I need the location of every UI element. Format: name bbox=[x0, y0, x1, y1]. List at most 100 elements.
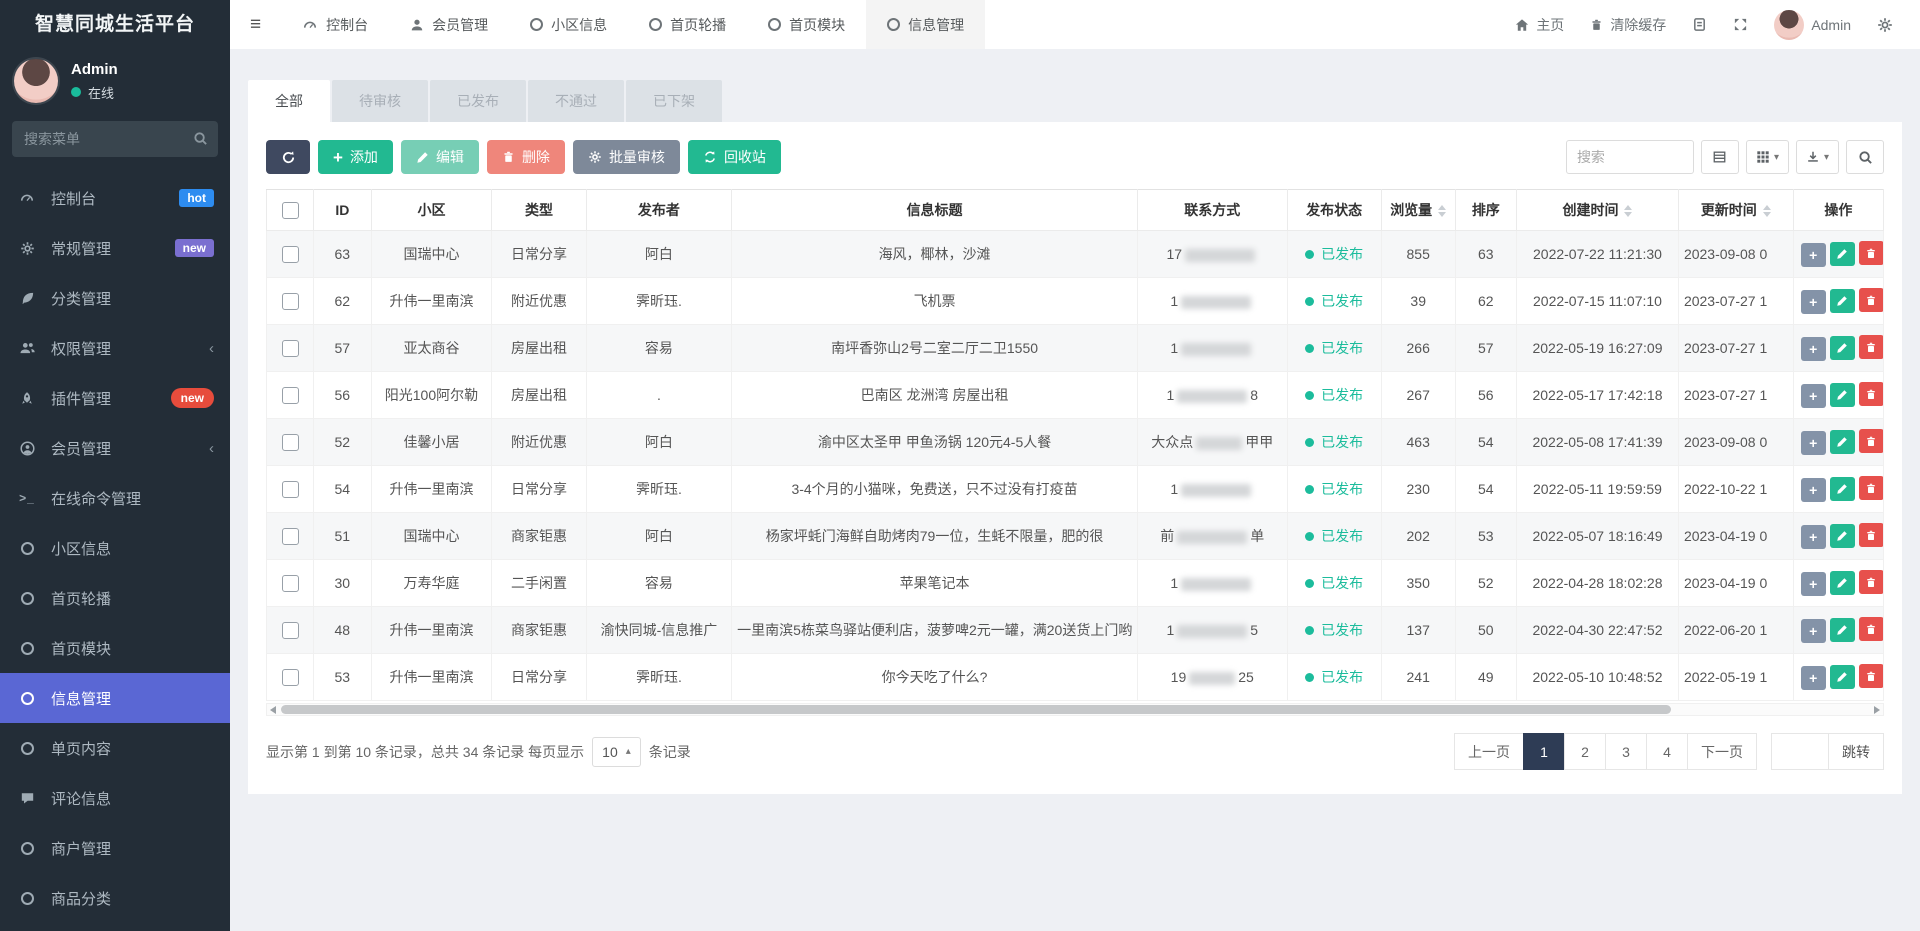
export-button[interactable]: ▾ bbox=[1796, 140, 1839, 174]
row-add-button[interactable]: + bbox=[1801, 337, 1826, 361]
page-button-3[interactable]: 3 bbox=[1605, 733, 1647, 770]
sidebar-item-2[interactable]: 分类管理 bbox=[0, 273, 230, 323]
page-button-1[interactable]: 1 bbox=[1523, 733, 1565, 770]
sidebar-item-0[interactable]: 控制台hot bbox=[0, 173, 230, 223]
select-all-header[interactable] bbox=[267, 190, 314, 231]
row-checkbox[interactable] bbox=[282, 340, 299, 357]
row-delete-button[interactable] bbox=[1859, 570, 1884, 594]
sidebar-item-9[interactable]: 首页模块 bbox=[0, 623, 230, 673]
next-page-button[interactable]: 下一页 bbox=[1687, 733, 1757, 770]
scroll-left-icon[interactable] bbox=[270, 706, 276, 714]
tab-2[interactable]: 已发布 bbox=[430, 80, 526, 122]
page-button-4[interactable]: 4 bbox=[1646, 733, 1688, 770]
row-checkbox[interactable] bbox=[282, 669, 299, 686]
sidebar-search-input[interactable] bbox=[12, 121, 218, 157]
topnav-item-4[interactable]: 首页模块 bbox=[747, 0, 866, 49]
fullscreen-button[interactable] bbox=[1720, 0, 1761, 49]
row-delete-button[interactable] bbox=[1859, 335, 1884, 359]
tab-4[interactable]: 已下架 bbox=[626, 80, 722, 122]
row-edit-button[interactable] bbox=[1830, 571, 1855, 595]
row-add-button[interactable]: + bbox=[1801, 290, 1826, 314]
row-add-button[interactable]: + bbox=[1801, 384, 1826, 408]
sidebar-item-13[interactable]: 商户管理 bbox=[0, 823, 230, 873]
sidebar-item-4[interactable]: 插件管理new bbox=[0, 373, 230, 423]
row-delete-button[interactable] bbox=[1859, 476, 1884, 500]
row-add-button[interactable]: + bbox=[1801, 525, 1826, 549]
horizontal-scrollbar[interactable] bbox=[266, 703, 1884, 716]
row-delete-button[interactable] bbox=[1859, 241, 1884, 265]
row-delete-button[interactable] bbox=[1859, 429, 1884, 453]
row-add-button[interactable]: + bbox=[1801, 478, 1826, 502]
settings-button[interactable] bbox=[1864, 0, 1906, 49]
sidebar-item-11[interactable]: 单页内容 bbox=[0, 723, 230, 773]
row-checkbox[interactable] bbox=[282, 622, 299, 639]
row-add-button[interactable]: + bbox=[1801, 572, 1826, 596]
sidebar-item-14[interactable]: 商品分类 bbox=[0, 873, 230, 923]
row-checkbox[interactable] bbox=[282, 387, 299, 404]
row-edit-button[interactable] bbox=[1830, 430, 1855, 454]
topnav-item-0[interactable]: 控制台 bbox=[281, 0, 389, 49]
row-edit-button[interactable] bbox=[1830, 524, 1855, 548]
table-search-input[interactable] bbox=[1566, 140, 1694, 174]
row-delete-button[interactable] bbox=[1859, 664, 1884, 688]
sidebar-item-7[interactable]: 小区信息 bbox=[0, 523, 230, 573]
topnav-item-1[interactable]: 会员管理 bbox=[389, 0, 509, 49]
columns-button[interactable]: ▾ bbox=[1746, 140, 1789, 174]
sidebar-item-3[interactable]: 权限管理‹ bbox=[0, 323, 230, 373]
row-delete-button[interactable] bbox=[1859, 382, 1884, 406]
row-checkbox[interactable] bbox=[282, 246, 299, 263]
search-toggle-button[interactable] bbox=[1846, 140, 1884, 174]
sidebar-item-8[interactable]: 首页轮播 bbox=[0, 573, 230, 623]
column-header-8[interactable]: 浏览量 bbox=[1381, 190, 1455, 231]
row-delete-button[interactable] bbox=[1859, 288, 1884, 312]
jump-page-input[interactable] bbox=[1771, 733, 1829, 770]
row-edit-button[interactable] bbox=[1830, 383, 1855, 407]
row-edit-button[interactable] bbox=[1830, 289, 1855, 313]
topnav-item-3[interactable]: 首页轮播 bbox=[628, 0, 747, 49]
batch-audit-button[interactable]: 批量审核 bbox=[573, 140, 680, 174]
row-checkbox[interactable] bbox=[282, 575, 299, 592]
per-page-select[interactable]: 10 ▴ bbox=[592, 737, 641, 767]
column-header-10[interactable]: 创建时间 bbox=[1517, 190, 1679, 231]
select-all-checkbox[interactable] bbox=[282, 202, 299, 219]
row-delete-button[interactable] bbox=[1859, 523, 1884, 547]
row-edit-button[interactable] bbox=[1830, 242, 1855, 266]
tab-0[interactable]: 全部 bbox=[248, 80, 330, 122]
row-add-button[interactable]: + bbox=[1801, 666, 1826, 690]
row-delete-button[interactable] bbox=[1859, 617, 1884, 641]
scrollbar-thumb[interactable] bbox=[281, 705, 1671, 714]
refresh-button[interactable] bbox=[266, 140, 310, 174]
hamburger-menu-icon[interactable]: ≡ bbox=[230, 0, 281, 49]
page-button-2[interactable]: 2 bbox=[1564, 733, 1606, 770]
shortcut-button[interactable] bbox=[1679, 0, 1720, 49]
clear-cache-link[interactable]: 清除缓存 bbox=[1577, 0, 1679, 49]
topnav-item-5[interactable]: 信息管理 bbox=[866, 0, 985, 49]
row-edit-button[interactable] bbox=[1830, 477, 1855, 501]
home-link[interactable]: 主页 bbox=[1502, 0, 1577, 49]
row-add-button[interactable]: + bbox=[1801, 619, 1826, 643]
sidebar-item-1[interactable]: 常规管理new bbox=[0, 223, 230, 273]
delete-button[interactable]: 删除 bbox=[487, 140, 565, 174]
row-edit-button[interactable] bbox=[1830, 618, 1855, 642]
prev-page-button[interactable]: 上一页 bbox=[1454, 733, 1524, 770]
row-add-button[interactable]: + bbox=[1801, 243, 1826, 267]
row-edit-button[interactable] bbox=[1830, 336, 1855, 360]
row-edit-button[interactable] bbox=[1830, 665, 1855, 689]
sidebar-item-12[interactable]: 评论信息 bbox=[0, 773, 230, 823]
detail-view-button[interactable] bbox=[1701, 140, 1739, 174]
edit-button[interactable]: 编辑 bbox=[401, 140, 479, 174]
column-header-11[interactable]: 更新时间 bbox=[1678, 190, 1793, 231]
row-checkbox[interactable] bbox=[282, 293, 299, 310]
row-checkbox[interactable] bbox=[282, 434, 299, 451]
row-checkbox[interactable] bbox=[282, 481, 299, 498]
user-menu[interactable]: Admin bbox=[1761, 0, 1864, 49]
row-add-button[interactable]: + bbox=[1801, 431, 1826, 455]
sidebar-item-6[interactable]: >_在线命令管理 bbox=[0, 473, 230, 523]
tab-3[interactable]: 不通过 bbox=[528, 80, 624, 122]
sidebar-item-10[interactable]: 信息管理 bbox=[0, 673, 230, 723]
topnav-item-2[interactable]: 小区信息 bbox=[509, 0, 628, 49]
tab-1[interactable]: 待审核 bbox=[332, 80, 428, 122]
jump-button[interactable]: 跳转 bbox=[1828, 733, 1884, 770]
row-checkbox[interactable] bbox=[282, 528, 299, 545]
recycle-bin-button[interactable]: 回收站 bbox=[688, 140, 781, 174]
